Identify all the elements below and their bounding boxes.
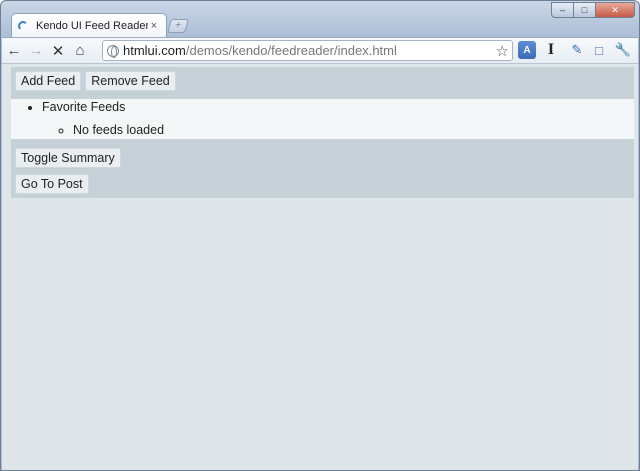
text-cursor-extension-icon[interactable]: I [542,41,560,59]
maximize-button[interactable]: □ [573,2,596,18]
feed-reader-app: Add Feed Remove Feed Favorite Feeds No f… [11,67,634,198]
post-actions: Toggle Summary Go To Post [11,144,634,198]
home-icon[interactable]: ⌂ [70,41,90,61]
minimize-button[interactable]: – [551,2,574,18]
browser-toolbar: ← → ✕ ⌂ htmlui.com/demos/kendo/feedreade… [2,37,638,63]
toggle-summary-button[interactable]: Toggle Summary [15,148,121,168]
browser-window: Kendo UI Feed Reader × + – □ ✕ ← → ✕ ⌂ h… [0,0,640,471]
feed-list-panel: Favorite Feeds No feeds loaded [11,95,634,144]
screen-capture-extension-icon[interactable]: □ [590,41,608,59]
feed-group-label: Favorite Feeds [42,100,126,114]
wrench-menu-icon[interactable]: 🔧 [614,41,632,59]
empty-feeds-message: No feeds loaded [73,123,634,139]
go-to-post-button[interactable]: Go To Post [15,174,89,194]
close-window-button[interactable]: ✕ [595,2,635,18]
loading-spinner-icon [18,20,28,31]
add-feed-button[interactable]: Add Feed [15,71,82,91]
feed-toolbar: Add Feed Remove Feed [11,67,634,95]
new-tab-button[interactable]: + [167,19,189,33]
bookmark-star-icon[interactable]: ☆ [496,42,509,60]
back-arrow-icon[interactable]: ← [4,41,24,61]
stop-icon[interactable]: ✕ [48,41,68,61]
browser-tab[interactable]: Kendo UI Feed Reader × [11,13,167,37]
tab-close-icon[interactable]: × [148,20,160,32]
globe-icon [107,44,119,58]
url-host: htmlui.com [123,43,186,58]
tab-title: Kendo UI Feed Reader [36,19,148,32]
url-text: htmlui.com/demos/kendo/feedreader/index.… [123,43,397,58]
window-controls: – □ ✕ [551,2,635,18]
forward-arrow-icon[interactable]: → [26,41,46,61]
address-bar[interactable]: htmlui.com/demos/kendo/feedreader/index.… [102,40,513,61]
translate-extension-icon[interactable]: A [518,41,536,59]
feed-group-item[interactable]: Favorite Feeds No feeds loaded [42,100,634,139]
tab-strip: Kendo UI Feed Reader × + – □ ✕ [1,1,639,37]
remove-feed-button[interactable]: Remove Feed [85,71,176,91]
eyedropper-extension-icon[interactable]: ✎ [568,41,586,59]
feed-list: Favorite Feeds No feeds loaded [11,99,634,139]
url-path: /demos/kendo/feedreader/index.html [185,43,397,58]
page-content: Add Feed Remove Feed Favorite Feeds No f… [2,63,638,470]
